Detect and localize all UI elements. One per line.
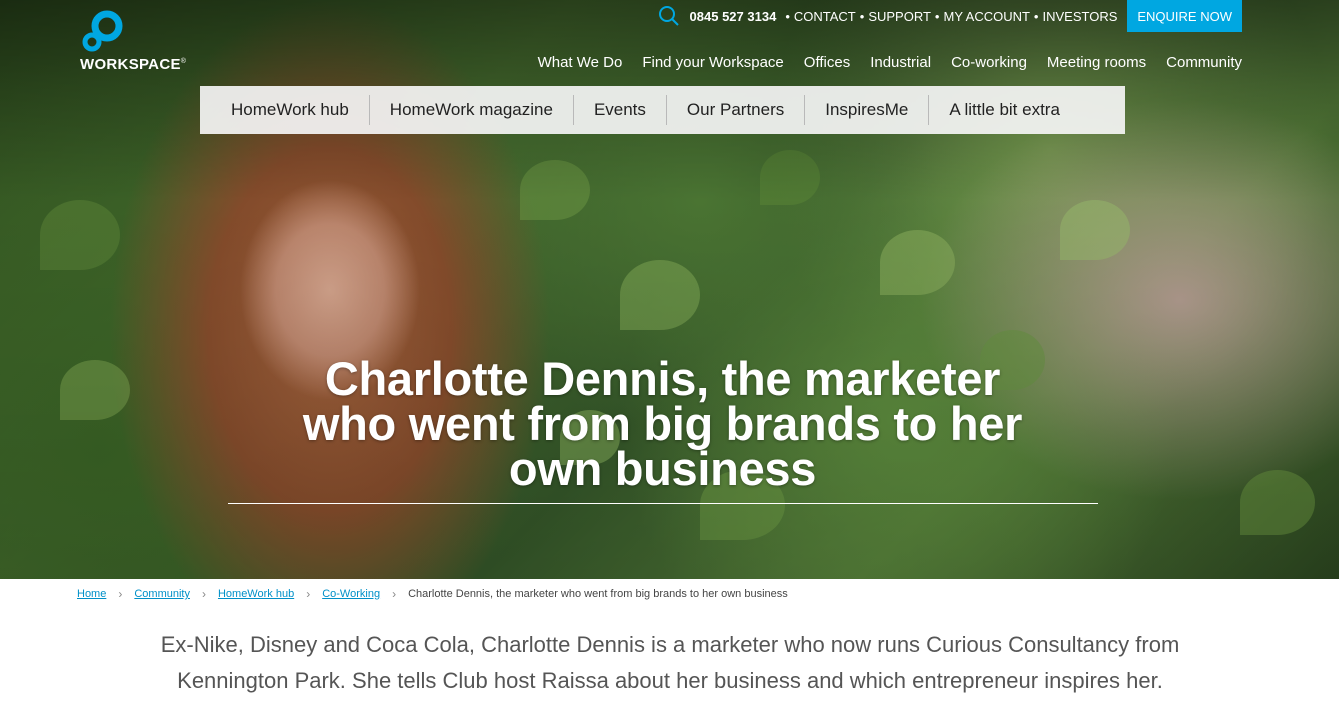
separator-dot: •	[1033, 8, 1039, 24]
my-account-link[interactable]: MY ACCOUNT	[943, 9, 1029, 24]
separator-dot: •	[934, 8, 940, 24]
subnav-homework-magazine[interactable]: HomeWork magazine	[368, 95, 573, 125]
subnav-events[interactable]: Events	[572, 95, 666, 125]
nav-co-working[interactable]: Co-working	[951, 54, 1027, 71]
nav-offices[interactable]: Offices	[804, 54, 850, 71]
nav-community[interactable]: Community	[1166, 54, 1242, 71]
breadcrumb-current: Charlotte Dennis, the marketer who went …	[408, 588, 788, 600]
enquire-now-button[interactable]: ENQUIRE NOW	[1127, 0, 1242, 32]
chevron-right-icon: ›	[306, 587, 311, 601]
separator-dot: •	[859, 8, 865, 24]
intro-line: Kennington Park. She tells Club host Rai…	[177, 668, 1163, 693]
breadcrumb-home[interactable]: Home	[77, 588, 106, 600]
breadcrumb-community[interactable]: Community	[134, 588, 190, 600]
separator-dot: •	[785, 8, 790, 24]
subnav-inspiresme[interactable]: InspiresMe	[804, 95, 928, 125]
chevron-right-icon: ›	[118, 587, 123, 601]
nav-find-your-workspace[interactable]: Find your Workspace	[642, 54, 783, 71]
main-nav: What We Do Find your Workspace Offices I…	[518, 54, 1242, 71]
utility-bar: 0845 527 3134 • CONTACT • SUPPORT • MY A…	[658, 0, 1242, 32]
workspace-logo[interactable]: WORKSPACE®	[80, 9, 190, 73]
subnav-a-little-bit-extra[interactable]: A little bit extra	[928, 95, 1080, 125]
logo-wordmark: WORKSPACE®	[80, 56, 187, 73]
subnav-our-partners[interactable]: Our Partners	[665, 95, 804, 125]
breadcrumb-homework-hub[interactable]: HomeWork hub	[218, 588, 294, 600]
title-divider	[228, 503, 1098, 504]
logo-rings-icon	[82, 10, 123, 52]
nav-meeting-rooms[interactable]: Meeting rooms	[1047, 54, 1146, 71]
breadcrumb-co-working[interactable]: Co-Working	[322, 588, 380, 600]
intro-line: Ex-Nike, Disney and Coca Cola, Charlotte…	[160, 632, 1180, 657]
breadcrumb: Home › Community › HomeWork hub › Co-Wor…	[77, 587, 788, 601]
nav-what-we-do[interactable]: What We Do	[538, 54, 623, 71]
phone-number[interactable]: 0845 527 3134	[690, 9, 777, 24]
search-icon[interactable]	[658, 5, 680, 27]
subnav-homework-hub[interactable]: HomeWork hub	[200, 95, 369, 125]
chevron-right-icon: ›	[392, 587, 397, 601]
support-link[interactable]: SUPPORT	[868, 9, 931, 24]
investors-link[interactable]: INVESTORS	[1042, 9, 1117, 24]
sub-nav: HomeWork hub HomeWork magazine Events Ou…	[200, 86, 1125, 134]
nav-industrial[interactable]: Industrial	[870, 54, 931, 71]
chevron-right-icon: ›	[201, 587, 206, 601]
title-line: own business	[508, 442, 817, 495]
page-title: Charlotte Dennis, the marketer who went …	[200, 355, 1125, 492]
contact-link[interactable]: CONTACT	[794, 9, 856, 24]
article-intro: Ex-Nike, Disney and Coca Cola, Charlotte…	[80, 627, 1260, 699]
